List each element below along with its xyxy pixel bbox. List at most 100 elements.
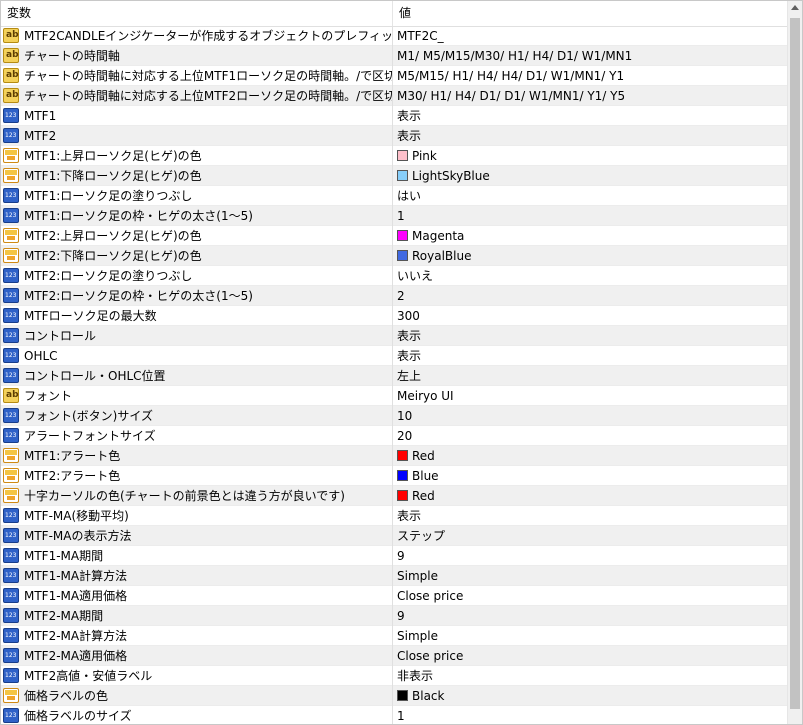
parameter-value-cell[interactable]: 1 xyxy=(394,206,787,226)
icon-text: 123 xyxy=(5,432,17,439)
parameter-row[interactable]: 123 MTF2 表示 xyxy=(1,126,787,146)
parameter-value-cell[interactable]: M5/M15/ H1/ H4/ H4/ D1/ W1/MN1/ Y1 xyxy=(394,66,787,86)
parameter-value-cell[interactable]: 2 xyxy=(394,286,787,306)
parameter-row[interactable]: ab チャートの時間軸に対応する上位MTF2ローソク足の時間軸。/で区切って入力 M… xyxy=(1,86,787,106)
parameter-value-cell[interactable]: LightSkyBlue xyxy=(394,166,787,186)
parameter-row[interactable]: MTF1:下降ローソク足(ヒゲ)の色 LightSkyBlue xyxy=(1,166,787,186)
parameter-row[interactable]: MTF2:アラート色 Blue xyxy=(1,466,787,486)
parameter-row[interactable]: ab チャートの時間軸に対応する上位MTF1ローソク足の時間軸。/で区切って入力 M… xyxy=(1,66,787,86)
parameter-row[interactable]: ab MTF2CANDLEインジケーターが作成するオブジェクトのプレフィックス MT… xyxy=(1,26,787,46)
icon-text: 123 xyxy=(5,312,17,319)
parameter-value-cell[interactable]: Simple xyxy=(394,566,787,586)
parameter-value-cell[interactable]: ステップ xyxy=(394,526,787,546)
scrollbar-thumb[interactable] xyxy=(790,18,800,709)
parameter-value-cell[interactable]: いいえ xyxy=(394,266,787,286)
parameter-value-cell[interactable]: Red xyxy=(394,446,787,466)
parameter-row[interactable]: 123 MTF-MAの表示方法 ステップ xyxy=(1,526,787,546)
parameter-value-cell[interactable]: M30/ H1/ H4/ D1/ D1/ W1/MN1/ Y1/ Y5 xyxy=(394,86,787,106)
value-column-header[interactable]: 値 xyxy=(393,1,787,26)
parameter-row[interactable]: ab フォント Meiryo UI xyxy=(1,386,787,406)
parameter-value-cell[interactable]: Blue xyxy=(394,466,787,486)
parameter-row[interactable]: 123 フォント(ボタン)サイズ 10 xyxy=(1,406,787,426)
parameter-row[interactable]: 123 MTF2-MA計算方法 Simple xyxy=(1,626,787,646)
color-swatch[interactable] xyxy=(397,170,408,181)
parameter-value-cell[interactable]: 300 xyxy=(394,306,787,326)
parameter-row[interactable]: 123 アラートフォントサイズ 20 xyxy=(1,426,787,446)
parameter-value-cell[interactable]: 20 xyxy=(394,426,787,446)
parameter-row[interactable]: MTF2:上昇ローソク足(ヒゲ)の色 Magenta xyxy=(1,226,787,246)
numeric-type-icon: 123 xyxy=(3,588,19,603)
parameter-value-cell[interactable]: 表示 xyxy=(394,126,787,146)
parameter-value-cell[interactable]: MTF2C_ xyxy=(394,26,787,46)
parameter-row[interactable]: 123 MTFローソク足の最大数 300 xyxy=(1,306,787,326)
parameter-row[interactable]: 123 MTF1 表示 xyxy=(1,106,787,126)
icon-text: 123 xyxy=(5,132,17,139)
color-swatch[interactable] xyxy=(397,150,408,161)
parameter-value-cell[interactable]: Meiryo UI xyxy=(394,386,787,406)
parameter-value: ステップ xyxy=(397,529,446,543)
parameter-name: MTF1 xyxy=(24,109,57,123)
color-swatch[interactable] xyxy=(397,250,408,261)
parameter-value-cell[interactable]: RoyalBlue xyxy=(394,246,787,266)
parameter-value-cell[interactable]: 非表示 xyxy=(394,666,787,686)
parameter-name: MTF2:ローソク足の塗りつぶし xyxy=(24,269,193,283)
parameter-value-cell[interactable]: M1/ M5/M15/M30/ H1/ H4/ D1/ W1/MN1 xyxy=(394,46,787,66)
parameter-row[interactable]: 価格ラベルの色 Black xyxy=(1,686,787,706)
parameter-row[interactable]: 123 MTF1-MA計算方法 Simple xyxy=(1,566,787,586)
parameter-value-cell[interactable]: 左上 xyxy=(394,366,787,386)
icon-text: 123 xyxy=(5,112,17,119)
parameter-value: 表示 xyxy=(397,349,422,363)
parameter-row[interactable]: 123 MTF2高値・安値ラベル 非表示 xyxy=(1,666,787,686)
color-swatch[interactable] xyxy=(397,490,408,501)
color-swatch[interactable] xyxy=(397,470,408,481)
parameter-row[interactable]: 十字カーソルの色(チャートの前景色とは違う方が良いです) Red xyxy=(1,486,787,506)
parameter-row[interactable]: 123 MTF1-MA適用価格 Close price xyxy=(1,586,787,606)
parameter-row[interactable]: 123 MTF1:ローソク足の枠・ヒゲの太さ(1〜5) 1 xyxy=(1,206,787,226)
parameter-value-cell[interactable]: 表示 xyxy=(394,506,787,526)
parameter-row[interactable]: ab チャートの時間軸 M1/ M5/M15/M30/ H1/ H4/ D1/ W1… xyxy=(1,46,787,66)
parameter-value: Red xyxy=(412,489,435,503)
scroll-up-arrow-icon[interactable] xyxy=(791,5,799,10)
parameter-value-cell[interactable]: Magenta xyxy=(394,226,787,246)
parameter-value-cell[interactable]: 表示 xyxy=(394,106,787,126)
parameter-row[interactable]: 123 コントロール・OHLC位置 左上 xyxy=(1,366,787,386)
parameter-row[interactable]: MTF2:下降ローソク足(ヒゲ)の色 RoyalBlue xyxy=(1,246,787,266)
parameter-value-cell[interactable]: Close price xyxy=(394,646,787,666)
parameter-value-cell[interactable]: 9 xyxy=(394,546,787,566)
parameter-row[interactable]: 123 コントロール 表示 xyxy=(1,326,787,346)
parameter-value-cell[interactable]: Simple xyxy=(394,626,787,646)
parameter-row[interactable]: 123 MTF2-MA適用価格 Close price xyxy=(1,646,787,666)
parameter-value-cell[interactable]: はい xyxy=(394,186,787,206)
parameter-value-cell[interactable]: 10 xyxy=(394,406,787,426)
parameter-value-cell[interactable]: Close price xyxy=(394,586,787,606)
parameter-row[interactable]: 123 MTF2:ローソク足の塗りつぶし いいえ xyxy=(1,266,787,286)
vertical-scrollbar[interactable] xyxy=(787,1,802,724)
parameter-value-cell[interactable]: 9 xyxy=(394,606,787,626)
parameter-row[interactable]: 123 MTF2-MA期間 9 xyxy=(1,606,787,626)
color-swatch[interactable] xyxy=(397,690,408,701)
icon-text: ab xyxy=(6,50,19,60)
parameter-name: チャートの時間軸に対応する上位MTF1ローソク足の時間軸。/で区切って入力 xyxy=(24,69,392,83)
parameter-row[interactable]: 123 MTF2:ローソク足の枠・ヒゲの太さ(1〜5) 2 xyxy=(1,286,787,306)
parameter-row[interactable]: 123 MTF1:ローソク足の塗りつぶし はい xyxy=(1,186,787,206)
parameter-name: MTF2:アラート色 xyxy=(24,469,121,483)
numeric-type-icon: 123 xyxy=(3,428,19,443)
parameter-value-cell[interactable]: 表示 xyxy=(394,326,787,346)
variable-column-header[interactable]: 変数 xyxy=(1,1,393,26)
parameter-row[interactable]: MTF1:上昇ローソク足(ヒゲ)の色 Pink xyxy=(1,146,787,166)
parameter-row[interactable]: 123 MTF1-MA期間 9 xyxy=(1,546,787,566)
parameter-row[interactable]: MTF1:アラート色 Red xyxy=(1,446,787,466)
numeric-type-icon: 123 xyxy=(3,548,19,563)
parameter-value: 表示 xyxy=(397,129,422,143)
parameter-value-cell[interactable]: Pink xyxy=(394,146,787,166)
color-swatch[interactable] xyxy=(397,450,408,461)
parameter-value-cell[interactable]: 1 xyxy=(394,706,787,724)
color-swatch[interactable] xyxy=(397,230,408,241)
parameter-value-cell[interactable]: 表示 xyxy=(394,346,787,366)
parameter-row[interactable]: 123 MTF-MA(移動平均) 表示 xyxy=(1,506,787,526)
parameter-row[interactable]: 123 OHLC 表示 xyxy=(1,346,787,366)
parameter-value-cell[interactable]: Black xyxy=(394,686,787,706)
parameter-value-cell[interactable]: Red xyxy=(394,486,787,506)
icon-text: 123 xyxy=(5,192,17,199)
parameter-row[interactable]: 123 価格ラベルのサイズ 1 xyxy=(1,706,787,724)
